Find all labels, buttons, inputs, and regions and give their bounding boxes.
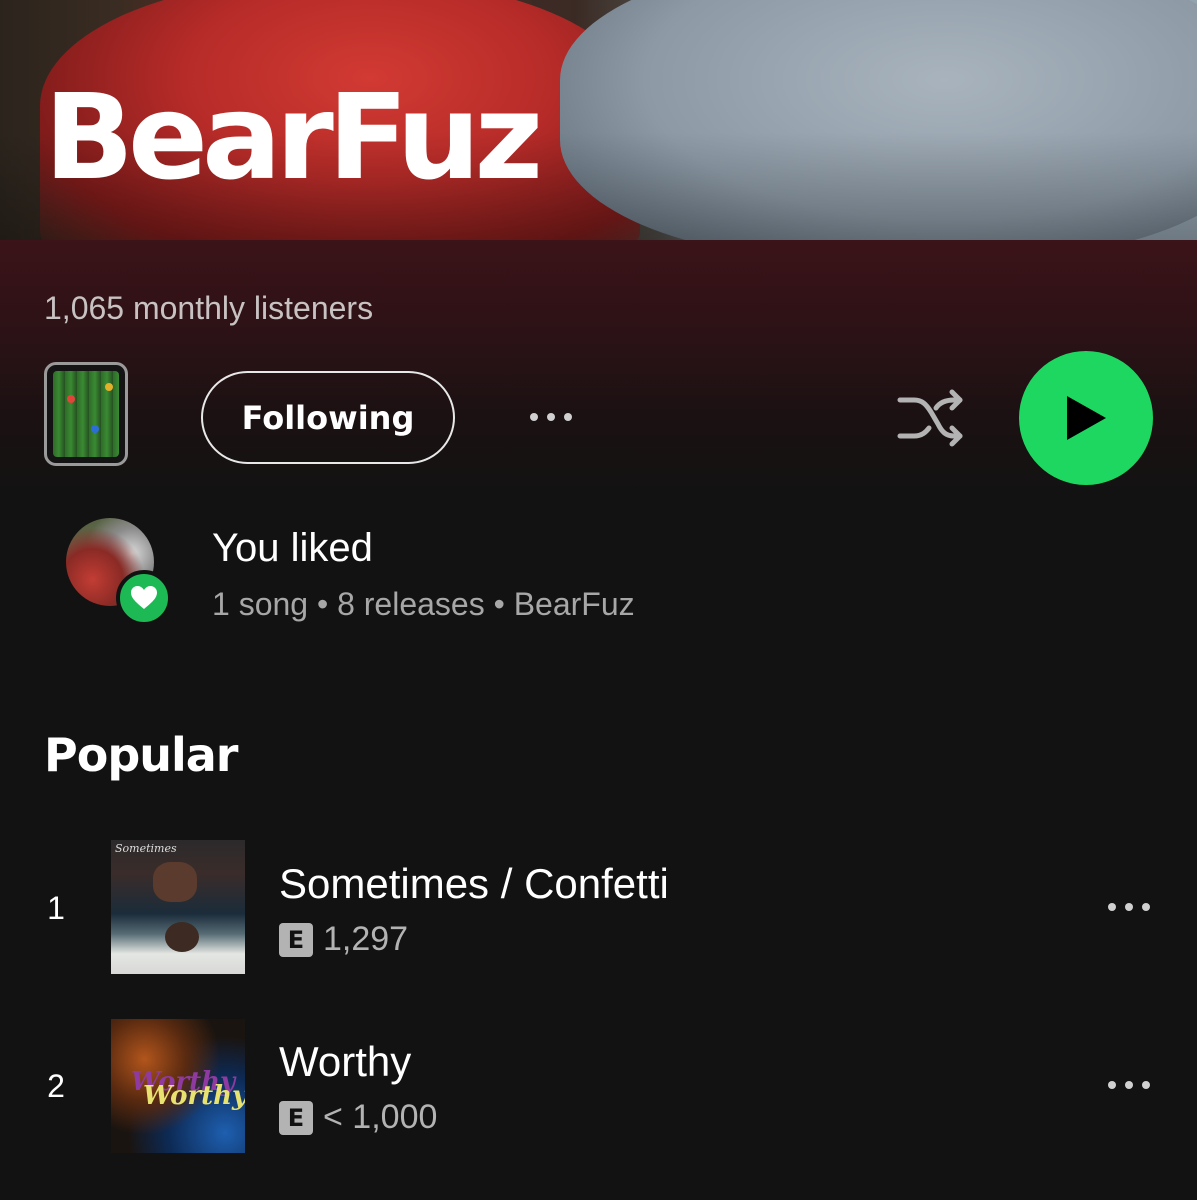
track-title: Sometimes / Confetti <box>279 860 669 907</box>
track-rank: 2 <box>47 1068 65 1104</box>
track-plays: < 1,000 <box>323 1098 438 1136</box>
heart-icon <box>116 570 172 626</box>
monthly-listeners: 1,065 monthly listeners <box>44 290 374 326</box>
track-more-icon[interactable] <box>1108 903 1150 911</box>
track-meta: E < 1,000 <box>279 1098 437 1137</box>
liked-subtitle: 1 song • 8 releases • BearFuz <box>212 586 635 622</box>
shuffle-icon[interactable] <box>896 388 966 448</box>
track-more-icon[interactable] <box>1108 1081 1150 1089</box>
explicit-badge: E <box>279 922 313 957</box>
liked-title[interactable]: You liked <box>212 526 373 571</box>
following-button[interactable]: Following <box>201 371 455 464</box>
popular-heading: Popular <box>44 728 238 782</box>
cover-script-text: Sometimes <box>115 842 177 855</box>
track-rank: 1 <box>47 890 65 926</box>
cover-title-text: Worthy <box>143 1081 245 1111</box>
track-cover-art: Worthy Worthy <box>111 1019 245 1153</box>
track-meta: E 1,297 <box>279 920 408 959</box>
explicit-badge: E <box>279 1100 313 1135</box>
artist-name: BearFuz <box>44 68 543 206</box>
track-cover-art: Sometimes <box>111 840 245 974</box>
more-options-icon[interactable] <box>530 413 572 421</box>
header-gradient <box>0 240 1197 500</box>
mini-cover-art[interactable] <box>44 362 128 466</box>
play-button[interactable] <box>1019 351 1153 485</box>
artist-header-image: BearFuz <box>0 0 1197 240</box>
track-plays: 1,297 <box>323 920 409 958</box>
track-title: Worthy <box>279 1038 412 1085</box>
play-icon <box>1067 396 1106 440</box>
